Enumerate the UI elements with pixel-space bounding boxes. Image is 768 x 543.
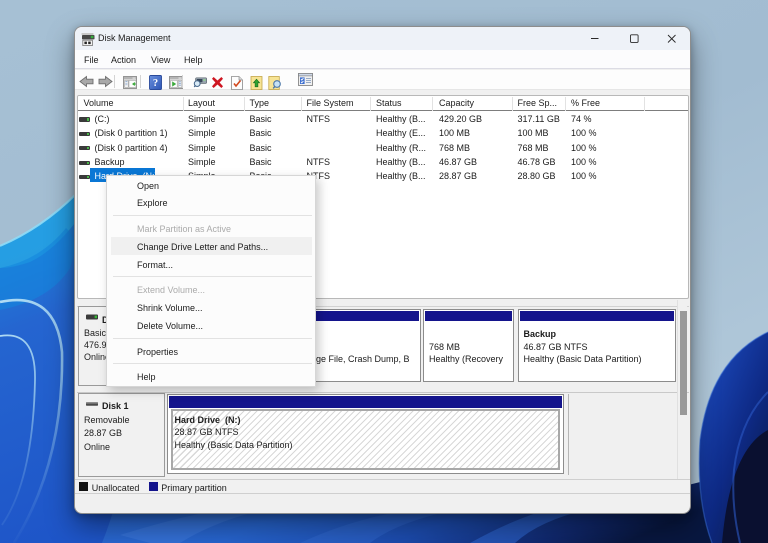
svg-text:?: ?: [152, 78, 157, 89]
